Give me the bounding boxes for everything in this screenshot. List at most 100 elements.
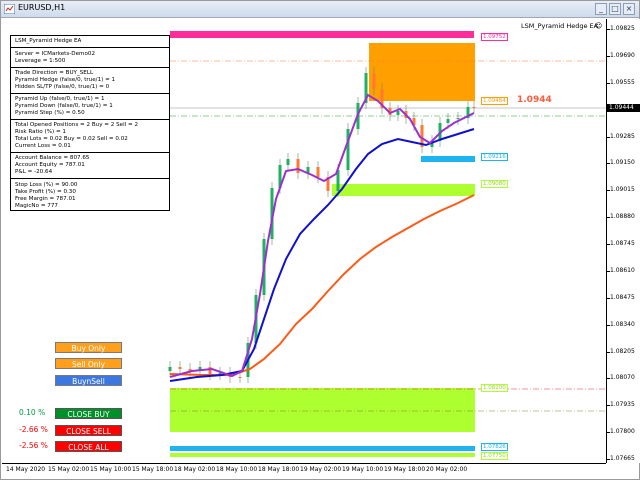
chart-window: EURUSD,H1 _ □ × LSM_Pyramid Hedge EA ☺ 1… [0,0,640,480]
candle-body [316,167,320,177]
fast-moving-average-line [169,93,475,378]
cyan-band-bottom [170,446,475,451]
time-label: 15 May 02:00 [48,466,90,473]
candle-body [396,111,400,115]
slow-moving-average-line [169,194,475,376]
info-loss: Current Loss = 0.01 [15,143,71,149]
buy-n-sell-button[interactable]: BuynSell [55,375,122,386]
info-magic: MagicNo = 777 [15,203,58,209]
info-stop-loss: Stop Loss (%) = 90.00 [15,182,78,188]
candles [168,67,476,383]
candle-body [472,107,476,108]
sell-only-button[interactable]: Sell Only [55,358,122,369]
price-label: 1.09555 [610,78,635,86]
price-label: 1.07935 [610,401,635,409]
candle-body [446,119,450,123]
all-pnl-percent: -2.56 % [19,441,48,450]
candle-body [296,159,300,173]
info-server: Server = ICMarkets-Demo02 [15,51,96,57]
lime-band-bottom [170,453,475,457]
lime-zone-lower [170,388,475,432]
info-hidden: Hidden SL/TP (false/0, true/1) = 0 [15,84,110,90]
candle-body [286,159,290,165]
price-label: 1.08475 [610,293,635,301]
minimize-button[interactable]: _ [595,3,607,15]
candle-body [178,367,182,369]
price-tag-pink: 1.09752 [481,33,508,41]
price-label: 1.09825 [610,25,635,32]
chart-icon [4,4,15,14]
info-panel: LSM_Pyramid Hedge EA Server = ICMarkets-… [10,35,170,211]
info-lots: Total Lots = 0.02 Buy = 0.02 Sell = 0.02 [15,136,128,142]
time-label: 15 May 10:00 [90,466,132,473]
price-tag-cyan: 1.09216 [481,153,508,161]
time-label: 19 May 02:00 [300,466,342,473]
info-leverage: Leverage = 1:500 [15,58,66,64]
separator [11,93,169,94]
candle-body [372,73,376,89]
price-label: 1.08880 [610,213,635,221]
time-label: 18 May 10:00 [216,466,258,473]
mid-moving-average-line [169,128,475,382]
price-tag-lime: 1.09080 [481,180,508,188]
price-label: 1.07800 [610,428,635,436]
separator [11,178,169,179]
close-sell-button[interactable]: CLOSE SELL [55,425,122,436]
time-label: 19 May 18:00 [384,466,426,473]
price-label: 1.08610 [610,266,635,274]
time-label: 20 May 02:00 [426,466,468,473]
info-pyramid-step: Pyramid Step (%) = 0.50 [15,110,85,116]
separator [11,47,169,48]
title-bar[interactable]: EURUSD,H1 _ □ × [1,1,639,18]
info-free-margin: Free Margin = 787.01 [15,196,76,202]
price-label: 1.09150 [610,159,635,167]
buy-only-button[interactable]: Buy Only [55,342,122,353]
current-price-text: 1.0944 [517,95,552,105]
info-balance: Account Balance = 807.65 [15,155,90,161]
buy-pnl-percent: 0.10 % [19,408,46,417]
orange-zone [369,43,475,101]
window-title: EURUSD,H1 [18,3,66,12]
price-label: 1.09285 [610,132,635,140]
separator [11,119,169,120]
info-risk: Risk Ratio (%) = 1 [15,129,66,135]
price-axis: 1.098251.096901.095551.094201.092851.091… [606,19,640,463]
info-direction: Trade Direction = BUY_SELL [15,70,94,76]
candle-body [168,367,172,371]
maximize-button[interactable]: □ [609,3,621,15]
time-axis: 14 May 2020 15 May 02:00 15 May 10:00 15 Ma… [2,463,606,479]
price-tag-orange: 1.09484 [481,97,508,105]
price-label: 1.08070 [610,374,635,382]
close-all-button[interactable]: CLOSE ALL [55,441,122,452]
separator [11,152,169,153]
time-label: 15 May 18:00 [132,466,174,473]
candle-body [238,377,242,378]
candle-body [346,129,350,170]
info-hedge: Pyramid Hedge (false/0, true/1) = 1 [15,77,116,83]
info-pyramid-down: Pyramid Down (false/0, true/1) = 1 [15,103,113,109]
lime-zone-upper [332,184,475,196]
close-buy-button[interactable]: CLOSE BUY [55,408,122,419]
price-label: 1.08745 [610,240,635,247]
price-label: 1.08205 [610,347,635,355]
current-price-marker: 1.09444 [607,104,640,112]
time-label: 14 May 2020 [6,466,46,473]
info-pnl: P&L = -20.64 [15,169,53,175]
time-label: 18 May 18:00 [258,466,300,473]
info-pyramid-up: Pyramid Up (false/0, true/1) = 1 [15,96,105,102]
price-tag-lime-low: 1.08200 [481,384,508,392]
price-label: 1.09015 [610,186,635,194]
info-ea-name: LSM_Pyramid Hedge EA [15,38,82,44]
price-label: 1.08340 [610,320,635,328]
time-label: 19 May 10:00 [342,466,384,473]
close-button[interactable]: × [623,3,635,15]
pink-band [170,31,474,38]
info-positions: Total Opened Positions = 2 Buy = 2 Sell … [15,122,139,128]
price-tag-cyan-low: 1.07826 [481,443,508,451]
price-label: 1.07665 [610,455,635,462]
candle-body [456,118,460,119]
separator [11,67,169,68]
info-equity: Account Equity = 787.01 [15,162,85,168]
sell-pnl-percent: -2.66 % [19,425,48,434]
info-take-profit: Take Profit (%) = 0.30 [15,189,76,195]
